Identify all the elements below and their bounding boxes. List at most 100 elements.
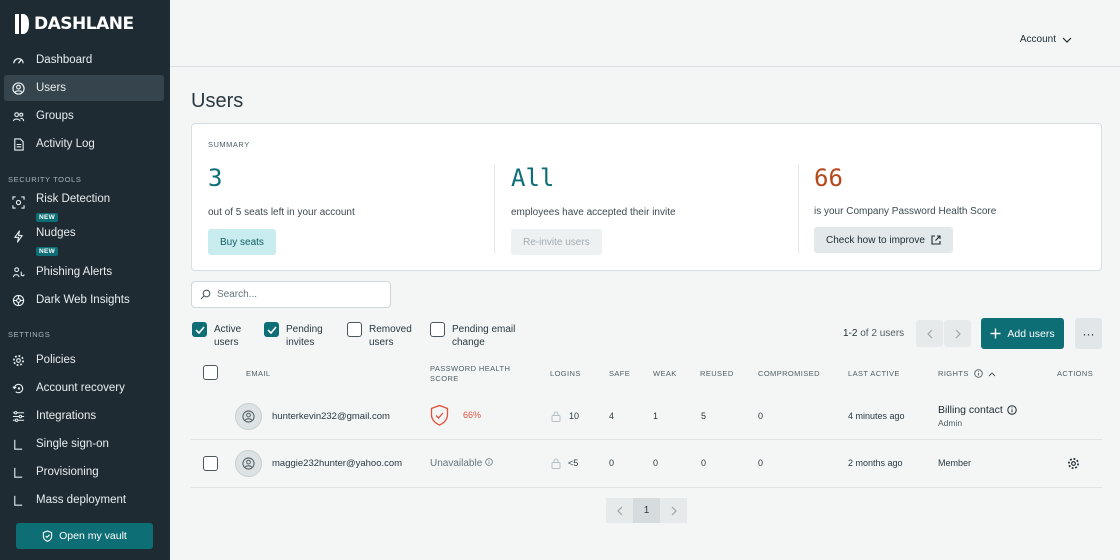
sidebar-item-account-recovery[interactable]: Account recovery — [4, 375, 164, 401]
sidebar-item-mass-deployment[interactable]: Mass deployment — [4, 487, 164, 513]
sidebar-item-integrations[interactable]: Integrations — [4, 403, 164, 429]
next-page-button[interactable] — [944, 320, 971, 347]
buy-seats-button[interactable]: Buy seats — [208, 229, 276, 255]
user-total: of 2 users — [860, 328, 905, 339]
safe-count: 4 — [609, 411, 615, 421]
column-header-health-score[interactable]: PASSWORD HEALTH SCORE — [430, 364, 510, 384]
settings-title: SETTINGS — [8, 330, 51, 339]
avatar — [235, 403, 262, 430]
column-header-reused[interactable]: REUSED — [700, 369, 734, 378]
search-input[interactable] — [217, 289, 377, 300]
more-options-button[interactable]: ··· — [1075, 318, 1102, 349]
filter-label-line2: change — [452, 337, 485, 348]
column-header-logins[interactable]: LOGINS — [550, 369, 581, 378]
pager-page-1[interactable]: 1 — [633, 498, 660, 523]
account-menu[interactable]: Account — [1020, 34, 1072, 45]
plus-icon — [990, 328, 1001, 339]
column-header-last-active[interactable]: LAST ACTIVE — [848, 369, 900, 378]
sidebar-item-risk-detection[interactable]: Risk Detection NEW — [4, 193, 164, 224]
checkbox-unchecked[interactable] — [347, 322, 362, 337]
column-header-actions: ACTIONS — [1057, 369, 1094, 378]
external-link-icon — [931, 235, 941, 245]
column-header-email[interactable]: EMAIL — [246, 369, 271, 378]
add-users-button[interactable]: Add users — [981, 318, 1064, 349]
search-box — [191, 281, 391, 308]
user-icon — [242, 457, 255, 470]
chevron-left-icon — [926, 329, 932, 338]
info-icon[interactable] — [1007, 405, 1017, 415]
filter-label-line2: users — [214, 337, 239, 348]
filter-active-users[interactable]: Active users — [192, 322, 241, 349]
sidebar-item-phishing-alerts[interactable]: Phishing Alerts — [4, 259, 164, 285]
sidebar-item-label: Activity Log — [36, 138, 95, 150]
chevron-left-icon — [616, 506, 622, 515]
filter-removed-users[interactable]: Removed users — [347, 322, 412, 349]
reinvite-users-button[interactable]: Re-invite users — [511, 229, 602, 255]
compromised-count: 0 — [758, 458, 764, 468]
sub-item-icon — [12, 438, 25, 451]
document-icon — [12, 137, 25, 151]
user-count: 1-2 of 2 users — [843, 328, 904, 339]
rights-label: Billing contact — [938, 404, 1003, 416]
sidebar-item-label: Policies — [36, 354, 76, 366]
sidebar-item-users[interactable]: Users — [4, 75, 164, 101]
risk-detection-icon — [12, 196, 25, 209]
sidebar-item-policies[interactable]: Policies — [4, 347, 164, 373]
sub-item-icon — [12, 466, 25, 479]
checkbox-checked[interactable] — [192, 322, 207, 337]
filter-label-line1: Pending — [286, 324, 323, 335]
filter-label-line1: Pending email — [452, 324, 516, 335]
pager-next-button[interactable] — [660, 498, 687, 523]
filter-pending-email-change[interactable]: Pending email change — [430, 322, 515, 349]
reused-count: 5 — [701, 411, 707, 421]
sidebar-item-activity-log[interactable]: Activity Log — [4, 131, 164, 157]
weak-count: 0 — [653, 458, 659, 468]
top-bar: Account — [170, 0, 1120, 67]
info-icon[interactable] — [485, 458, 494, 466]
sidebar-item-provisioning[interactable]: Provisioning — [4, 459, 164, 485]
select-all-checkbox[interactable] — [203, 365, 218, 380]
column-header-weak[interactable]: WEAK — [653, 369, 677, 378]
filter-label: Removed users — [369, 323, 412, 349]
chevron-right-icon — [671, 506, 677, 515]
column-header-safe[interactable]: SAFE — [609, 369, 630, 378]
logins-count: 10 — [569, 411, 580, 421]
filter-label: Pending invites — [286, 323, 323, 349]
add-users-label: Add users — [1007, 327, 1055, 340]
open-vault-label: Open my vault — [59, 530, 127, 542]
account-label: Account — [1019, 34, 1056, 45]
gear-icon — [12, 354, 25, 367]
pager-prev-button[interactable] — [606, 498, 633, 523]
sidebar-item-dashboard[interactable]: Dashboard — [4, 47, 164, 73]
avatar — [235, 450, 262, 477]
sidebar-item-label: Account recovery — [36, 382, 125, 394]
page-title: Users — [191, 90, 244, 112]
user-icon — [12, 81, 25, 95]
gear-icon[interactable] — [1067, 457, 1080, 470]
checkbox-unchecked[interactable] — [430, 322, 445, 337]
groups-icon — [12, 110, 25, 123]
health-summary: 66 is your Company Password Health Score… — [814, 164, 1094, 256]
open-vault-button[interactable]: Open my vault — [16, 523, 153, 549]
prev-page-button[interactable] — [916, 320, 943, 347]
user-email: maggie232hunter@yahoo.com — [272, 458, 403, 469]
shield-warning-icon — [430, 404, 449, 426]
sidebar-item-nudges[interactable]: Nudges NEW — [4, 227, 164, 258]
compromised-count: 0 — [758, 411, 764, 421]
last-active: 4 minutes ago — [848, 411, 905, 421]
column-header-rights[interactable]: RIGHTS — [938, 369, 996, 378]
column-header-compromised[interactable]: COMPROMISED — [758, 369, 820, 378]
filter-label-line2: invites — [286, 337, 315, 348]
row-checkbox[interactable] — [203, 456, 218, 471]
sidebar-item-groups[interactable]: Groups — [4, 103, 164, 129]
filter-pending-invites[interactable]: Pending invites — [264, 322, 323, 349]
chevron-right-icon — [955, 329, 961, 338]
sliders-icon — [12, 410, 25, 423]
sidebar-item-single-sign-on[interactable]: Single sign-on — [4, 431, 164, 457]
checkbox-checked[interactable] — [264, 322, 279, 337]
security-tools-title: SECURITY TOOLS — [8, 175, 82, 184]
sidebar-item-dark-web-insights[interactable]: Dark Web Insights — [4, 287, 164, 313]
check-how-to-improve-button[interactable]: Check how to improve — [814, 227, 953, 253]
dashlane-logo[interactable]: DASHLANE — [14, 12, 134, 36]
sidebar-item-label: Integrations — [36, 410, 97, 422]
